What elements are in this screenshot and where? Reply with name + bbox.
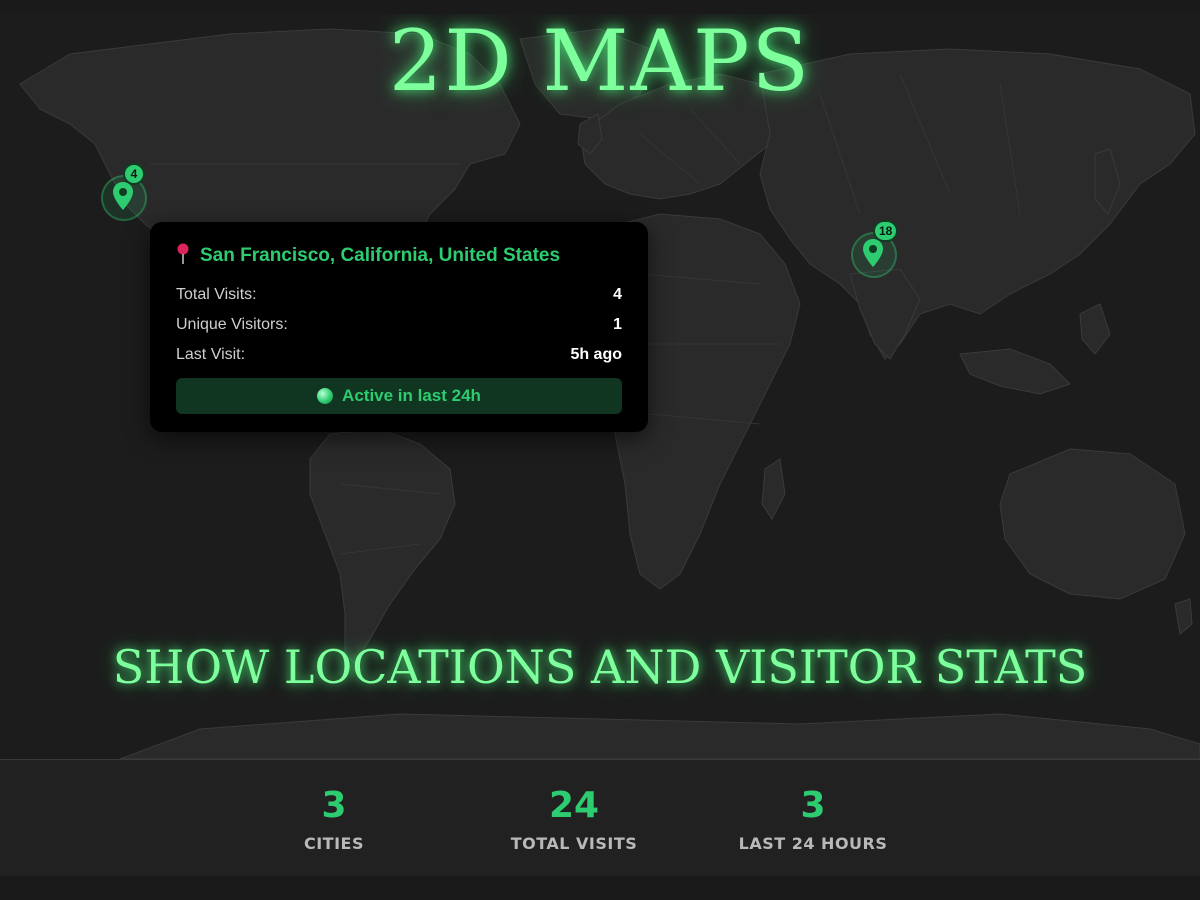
stat-label: TOTAL VISITS <box>510 834 638 853</box>
stats-bar: 3 CITIES 24 TOTAL VISITS 3 LAST 24 HOURS <box>0 759 1200 876</box>
pushpin-icon <box>176 243 190 270</box>
stat-total-visits: 24 TOTAL VISITS <box>454 785 694 854</box>
popup-row-label: Total Visits: <box>176 286 257 303</box>
popup-location-name: San Francisco, California, United States <box>200 245 561 266</box>
world-map[interactable]: 4 18 San Francisco, California, United S… <box>0 14 1200 759</box>
popup-row-label: Last Visit: <box>176 346 246 363</box>
page-subtitle: SHOW LOCATIONS AND VISITOR STATS <box>112 640 1088 694</box>
stat-last-24-hours: 3 LAST 24 HOURS <box>693 785 933 854</box>
stat-label: LAST 24 HOURS <box>738 834 888 853</box>
active-status-text: Active in last 24h <box>342 386 481 405</box>
popup-row-last-visit: Last Visit: 5h ago <box>176 340 622 370</box>
map-marker-san-francisco[interactable]: 4 <box>101 163 147 221</box>
popup-row-label: Unique Visitors: <box>176 316 288 333</box>
map-marker-india[interactable]: 18 <box>851 220 899 278</box>
stat-value: 3 <box>800 785 826 826</box>
popup-row-unique-visitors: Unique Visitors: 1 <box>176 310 622 340</box>
stat-label: CITIES <box>303 834 364 853</box>
stat-value: 3 <box>321 785 347 826</box>
status-dot-icon <box>317 388 334 404</box>
bottom-strip <box>0 876 1200 900</box>
map-pin-icon <box>863 239 883 267</box>
app-page: 4 18 San Francisco, California, United S… <box>0 0 1200 900</box>
popup-title: San Francisco, California, United States <box>176 242 622 270</box>
popup-row-total-visits: Total Visits: 4 <box>176 280 622 310</box>
map-pin-icon <box>113 182 133 210</box>
active-status-badge: Active in last 24h <box>176 378 622 414</box>
marker-count-badge: 4 <box>123 163 145 185</box>
marker-count-badge: 18 <box>873 220 899 242</box>
popup-row-value: 4 <box>613 286 622 303</box>
page-title: 2D MAPS <box>388 14 812 110</box>
popup-row-value: 5h ago <box>570 346 622 363</box>
stat-value: 24 <box>548 785 600 826</box>
location-popup: San Francisco, California, United States… <box>150 222 648 432</box>
popup-row-value: 1 <box>613 316 622 333</box>
stat-cities: 3 CITIES <box>214 785 454 854</box>
